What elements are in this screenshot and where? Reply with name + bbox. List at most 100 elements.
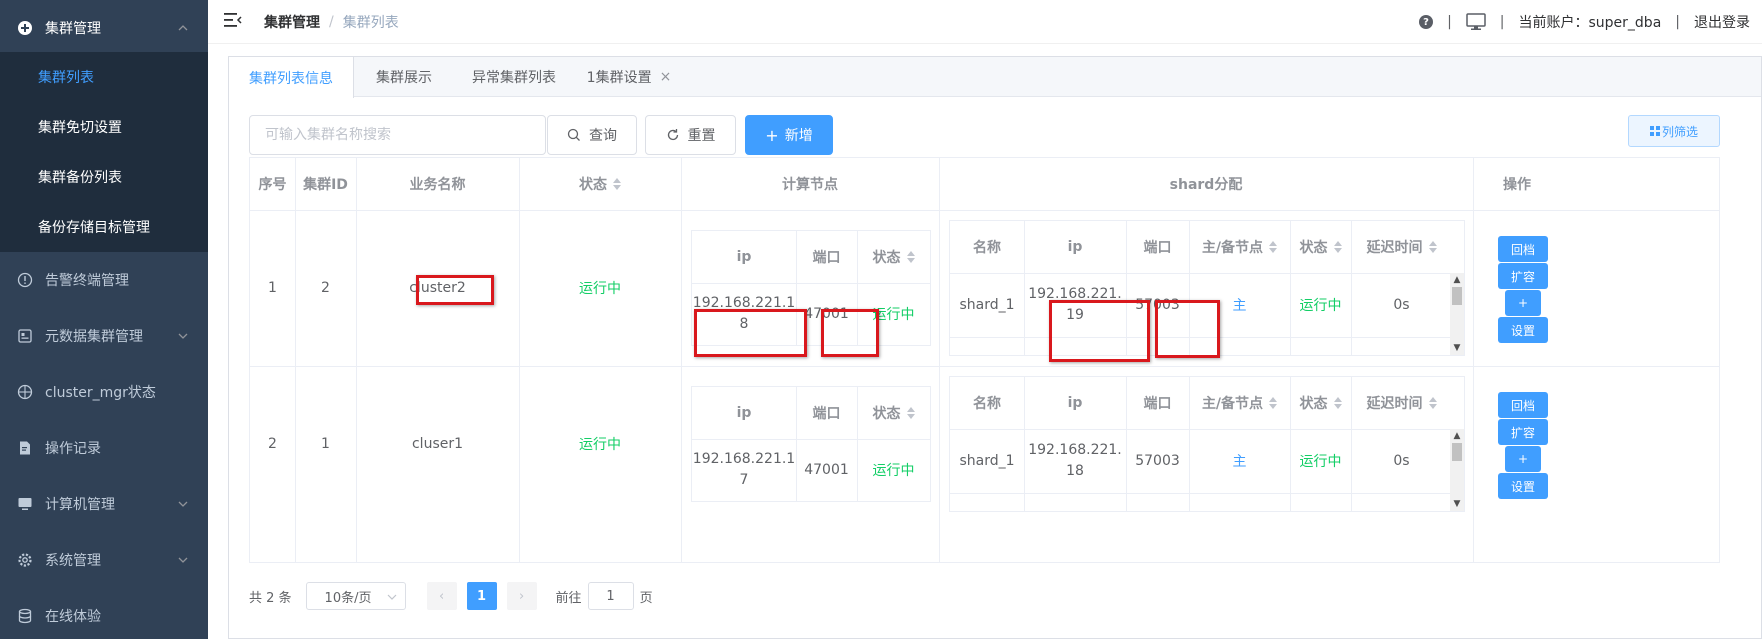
tab-abnormal-cluster-list[interactable]: 异常集群列表 [454, 57, 574, 97]
sort-icon[interactable] [1269, 241, 1278, 253]
reset-button[interactable]: 重置 [645, 115, 736, 155]
expand-button[interactable]: 扩容 [1498, 263, 1548, 289]
header-actions: ? | | 当前账户：super_dba | 退出登录 [1419, 12, 1750, 32]
shard-port: 57003 [1135, 453, 1180, 469]
menu-alert-terminal[interactable]: 告警终端管理 [0, 252, 208, 308]
menu-label: 计算机管理 [45, 497, 115, 513]
shard-header-name: 名称 [973, 396, 1001, 412]
sort-icon[interactable] [1428, 397, 1437, 409]
expand-button[interactable]: 扩容 [1498, 419, 1548, 445]
add-label: 新增 [784, 128, 813, 144]
header-separator: | [1499, 14, 1505, 30]
tab-cluster-display[interactable]: 集群展示 [354, 57, 454, 97]
row-cluster-id: 2 [321, 280, 330, 296]
compute-header-ip: ip [736, 249, 752, 265]
logout-link[interactable]: 退出登录 [1694, 12, 1750, 32]
settings-button[interactable]: 设置 [1498, 317, 1548, 343]
breadcrumb-current: 集群列表 [342, 15, 399, 31]
goto-page-input[interactable] [587, 582, 634, 610]
plus-button[interactable]: + [1505, 290, 1541, 316]
header-index: 序号 [258, 177, 287, 193]
screen-icon[interactable] [1466, 13, 1486, 31]
add-button[interactable]: + 新增 [745, 115, 833, 155]
tab-cluster-settings[interactable]: 1集群设置 × [574, 57, 684, 97]
menu-operation-log[interactable]: 操作记录 [0, 420, 208, 476]
ip-line: 8 [739, 316, 749, 332]
compute-ip: 192.168.221.1 7 [692, 439, 796, 501]
scroll-down-icon[interactable]: ▼ [1452, 343, 1462, 353]
search-input[interactable] [249, 115, 546, 155]
sidebar-item-failover-settings[interactable]: 集群免切设置 [0, 102, 208, 152]
scroll-thumb[interactable] [1452, 443, 1462, 461]
compute-header-status[interactable]: 状态 [857, 387, 930, 439]
header-label: 状态 [872, 406, 901, 422]
column-filter-button[interactable]: 列筛选 [1628, 115, 1720, 147]
breadcrumb-separator: / [329, 14, 334, 30]
compass-icon [17, 384, 33, 400]
sort-icon[interactable] [906, 251, 915, 263]
close-icon[interactable]: × [660, 69, 672, 85]
menu-computer-management[interactable]: 计算机管理 [0, 476, 208, 532]
menu-cluster-mgr-status[interactable]: cluster_mgr状态 [0, 364, 208, 420]
shard-header-name: 名称 [973, 240, 1001, 256]
sidebar-item-backup-list[interactable]: 集群备份列表 [0, 152, 208, 202]
shard-header-delay[interactable]: 延迟时间 [1351, 377, 1452, 429]
sort-icon[interactable] [906, 407, 915, 419]
sidebar-item-backup-storage[interactable]: 备份存储目标管理 [0, 202, 208, 252]
plus-button[interactable]: + [1505, 446, 1541, 472]
help-icon[interactable]: ? [1419, 15, 1434, 29]
compute-header-status[interactable]: 状态 [857, 231, 930, 283]
cluster-table: 序号 集群ID 业务名称 状态 计算节点 shard分配 操作 1 2 clus… [249, 157, 1720, 563]
compute-subtable: ip 端口 状态 192.168.221.1 8 47001 运行中 [691, 230, 931, 346]
hamburger-icon[interactable] [224, 12, 242, 28]
query-button[interactable]: 查询 [547, 115, 637, 155]
shard-scrollbar[interactable]: ▲ ▼ [1450, 429, 1464, 511]
header-label: 主/备节点 [1201, 240, 1264, 256]
rollback-button[interactable]: 回档 [1498, 392, 1548, 418]
menu-system-management[interactable]: 系统管理 [0, 532, 208, 588]
menu-metadata-cluster[interactable]: 元数据集群管理 [0, 308, 208, 364]
scroll-thumb[interactable] [1452, 287, 1462, 305]
menu-cluster-management[interactable]: 集群管理 [0, 0, 208, 56]
row-business-name: cluser1 [411, 436, 464, 452]
header-operation: 操作 [1503, 177, 1531, 193]
tab-cluster-list-info[interactable]: 集群列表信息 [229, 57, 354, 98]
tab-label: 集群列表信息 [249, 70, 333, 87]
compute-ip: 192.168.221.1 8 [692, 283, 796, 345]
page-size-value: 10条/页 [324, 590, 372, 606]
shard-header-role[interactable]: 主/备节点 [1189, 221, 1290, 273]
goto-label: 前往 [555, 590, 582, 606]
menu-online-trial[interactable]: 在线体验 [0, 588, 208, 639]
scroll-down-icon[interactable]: ▼ [1452, 499, 1462, 509]
shard-port: 57003 [1135, 297, 1180, 313]
shard-delay: 0s [1393, 297, 1410, 313]
breadcrumb-root[interactable]: 集群管理 [264, 12, 320, 32]
shard-header-delay[interactable]: 延迟时间 [1351, 221, 1452, 273]
prev-page-button[interactable]: ‹ [426, 582, 457, 610]
settings-button[interactable]: 设置 [1498, 473, 1548, 499]
scroll-up-icon[interactable]: ▲ [1452, 275, 1462, 285]
header-label: 状态 [579, 177, 607, 193]
sidebar-item-cluster-list[interactable]: 集群列表 [0, 52, 208, 102]
shard-header-role[interactable]: 主/备节点 [1189, 377, 1290, 429]
sort-icon[interactable] [1428, 241, 1437, 253]
shard-header-status[interactable]: 状态 [1290, 221, 1351, 273]
sort-icon[interactable] [1333, 241, 1342, 253]
sort-icon[interactable] [1269, 397, 1278, 409]
shard-scrollbar[interactable]: ▲ ▼ [1450, 273, 1464, 355]
shard-header-status[interactable]: 状态 [1290, 377, 1351, 429]
menu-label: 集群管理 [45, 21, 101, 37]
tabs-bar: 集群列表信息 集群展示 异常集群列表 1集群设置 × [229, 57, 1761, 98]
sort-icon[interactable] [1333, 397, 1342, 409]
header-status[interactable]: 状态 [519, 158, 681, 210]
page-size-select[interactable]: 10条/页 [305, 582, 406, 610]
sort-icon[interactable] [613, 178, 621, 190]
menu-label: 系统管理 [45, 553, 101, 569]
shard-name: shard_1 [959, 453, 1015, 469]
shard-role: 主 [1232, 454, 1247, 470]
page-button[interactable]: 1 [466, 582, 497, 610]
scroll-up-icon[interactable]: ▲ [1452, 431, 1462, 441]
menu-label: 告警终端管理 [45, 273, 129, 289]
rollback-button[interactable]: 回档 [1498, 236, 1548, 262]
next-page-button[interactable]: › [506, 582, 537, 610]
